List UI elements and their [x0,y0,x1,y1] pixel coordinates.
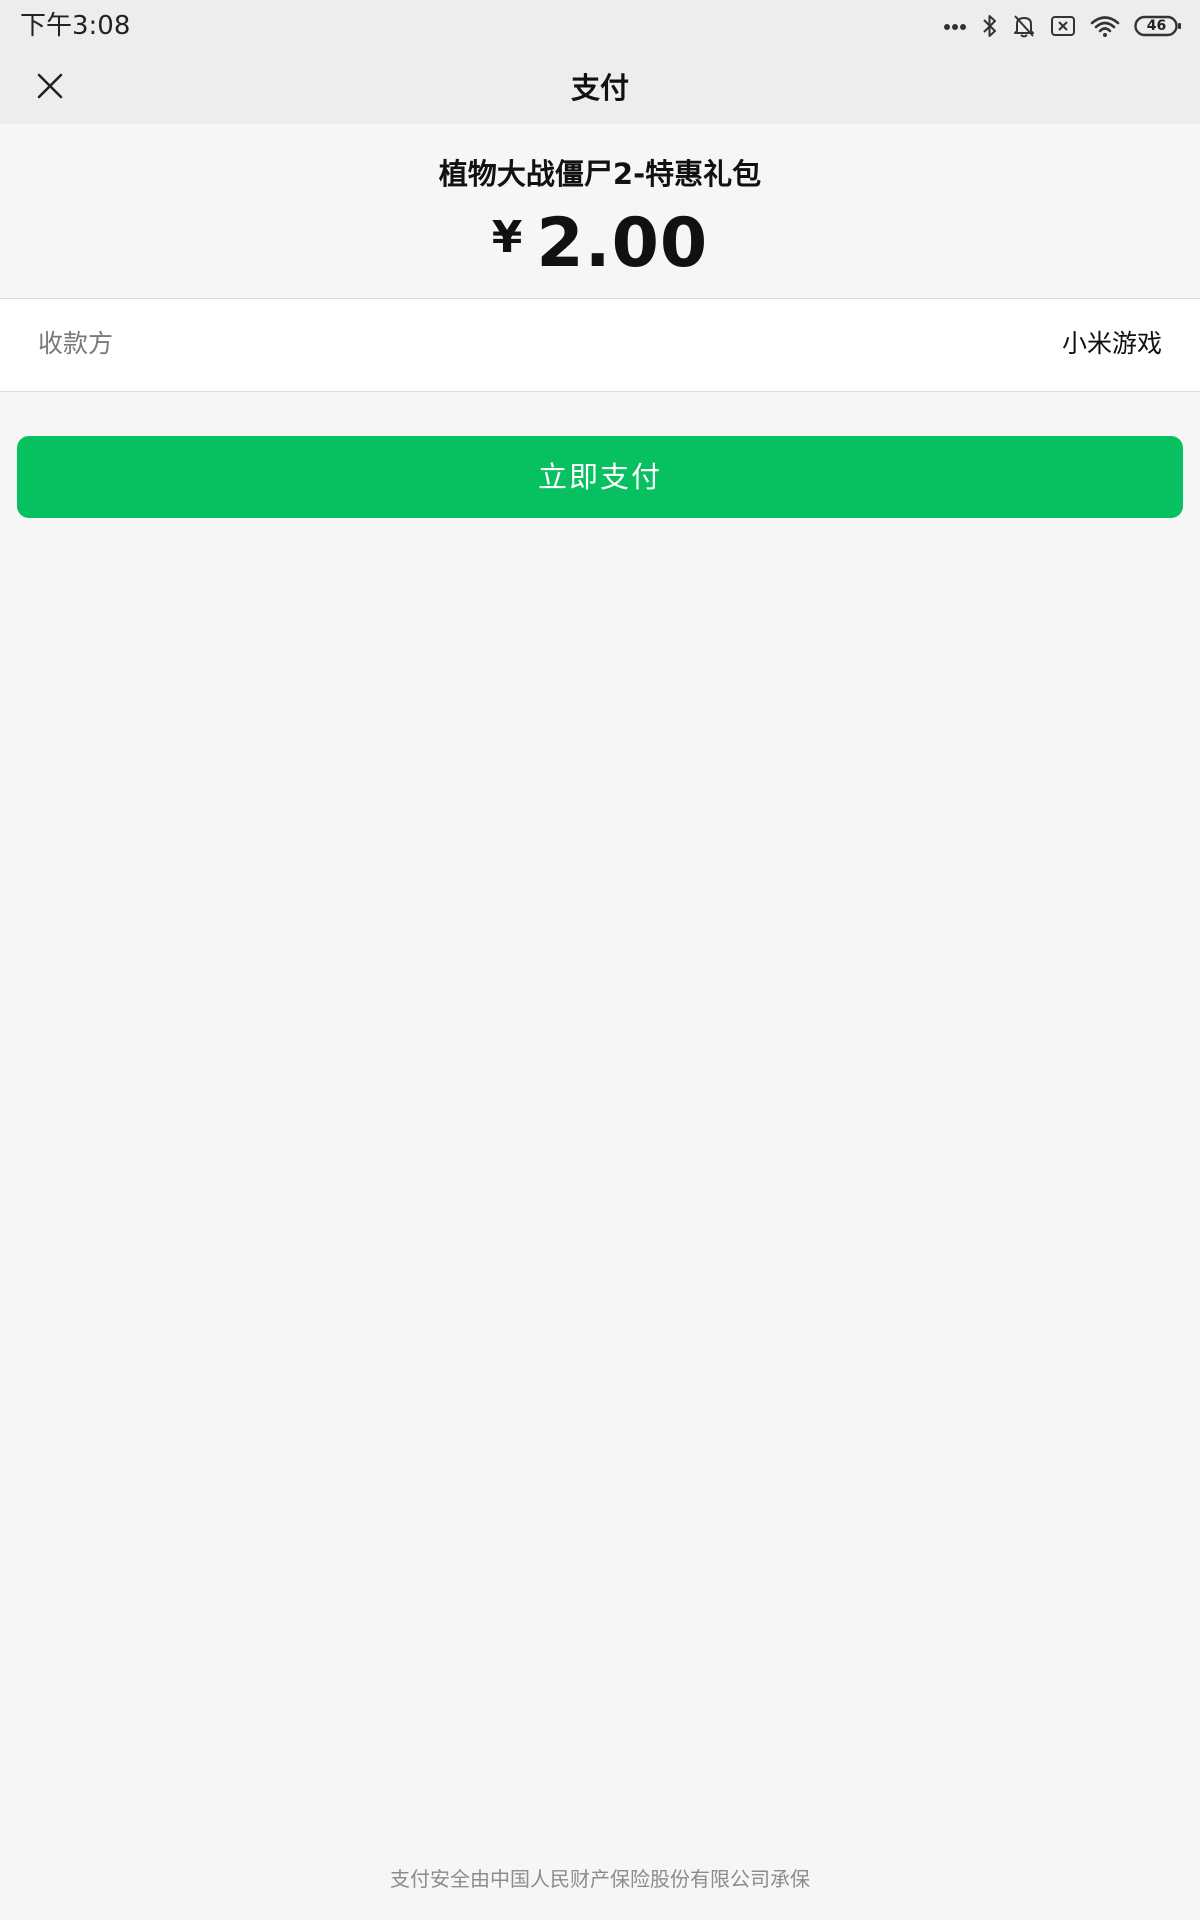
payment-amount: ¥2.00 [0,196,1200,303]
status-icons: 46 [944,10,1182,42]
currency-symbol: ¥ [491,212,523,263]
more-dots-icon [944,21,968,31]
battery-icon: 46 [1134,15,1182,37]
sim-off-icon [1050,15,1076,37]
wifi-icon [1090,14,1120,38]
pay-now-button[interactable]: 立即支付 [17,436,1183,518]
insurance-note: 支付安全由中国人民财产保险股份有限公司承保 [390,1867,810,1891]
status-time: 下午3:08 [20,11,131,41]
amount-value: 2.00 [536,204,709,283]
payee-row: 收款方 小米游戏 [0,299,1200,392]
header: 支付 [0,52,1200,124]
battery-level: 46 [1146,18,1167,34]
page-title: 支付 [570,71,629,105]
payee-label: 收款方 [38,329,114,358]
product-name: 植物大战僵尸2-特惠礼包 [438,157,762,191]
order-summary: 植物大战僵尸2-特惠礼包 ¥2.00 [0,124,1200,299]
payee-value: 小米游戏 [1061,329,1162,358]
bluetooth-icon [982,13,998,39]
mute-bell-icon [1012,13,1036,39]
status-bar: 下午3:08 46 [0,0,1200,52]
